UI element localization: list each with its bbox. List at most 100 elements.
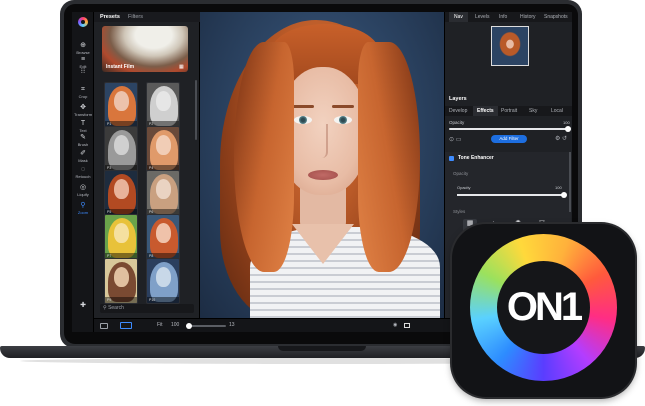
tool-crop-icon: ⌗ (81, 86, 85, 93)
tool-label: Text (79, 128, 87, 133)
compare-view-icon[interactable] (404, 323, 410, 328)
preset-thumbnail[interactable]: P10 (146, 258, 180, 304)
preset-thumbnail[interactable]: P3 (104, 126, 138, 172)
preset-thumbnail[interactable]: P1 (104, 82, 138, 128)
tool-liquify[interactable]: ◎ Liquify (74, 184, 92, 197)
tab-presets[interactable]: Presets (100, 13, 120, 21)
thumb-face (156, 267, 171, 287)
tab-snapshots[interactable]: Snapshots (544, 12, 568, 22)
fit-label[interactable]: Fit (157, 319, 163, 332)
tab-portrait[interactable]: Portrait (501, 106, 517, 116)
gear-icon[interactable]: ⚙ ↺ (555, 135, 567, 142)
tool-zoom-icon: ⚲ (80, 202, 86, 209)
tab-info[interactable]: Info (499, 12, 507, 22)
tool-transform-icon: ✥ (80, 104, 86, 111)
tool-brush[interactable]: ✎ Brush (74, 134, 92, 147)
portrait-nose (318, 124, 328, 158)
preset-thumbnail[interactable]: P6 (146, 170, 180, 216)
preset-caption: P10 (147, 297, 179, 303)
layer-tab-bar: Develop Effects Portrait Sky Local (445, 106, 572, 116)
layers-title: Layers (449, 96, 467, 102)
preset-thumbnail[interactable]: P2 (146, 82, 180, 128)
laptop-notch (278, 346, 366, 351)
tool-more-icon: ⁝⁝ (80, 68, 86, 75)
tool-text-icon: T (80, 120, 86, 127)
thumb-face (156, 223, 171, 243)
navigator-thumbnail[interactable] (491, 26, 529, 66)
tab-local[interactable]: Local (551, 106, 563, 116)
presets-scrollbar[interactable] (195, 80, 197, 140)
zoom-max-label: 13 (229, 322, 235, 328)
panel-toggle-icon[interactable] (100, 323, 108, 329)
preset-thumbnail[interactable]: P5 (104, 170, 138, 216)
filter-opacity-section: Opacity (453, 171, 469, 176)
portrait-brow-left (292, 105, 314, 108)
tool-retouch[interactable]: ◌ Retouch (74, 166, 92, 179)
zoom-slider[interactable] (186, 323, 226, 329)
portrait-brow-right (332, 105, 354, 108)
tab-nav[interactable]: Nav (449, 12, 468, 22)
tool-transform[interactable]: ✥ Transform (74, 104, 92, 117)
filter-toggle-icon[interactable] (449, 156, 454, 161)
filter-opacity-value: 100 (555, 185, 562, 190)
tool-zoom[interactable]: ⚲ Zoom (74, 202, 92, 215)
tool-retouch-icon: ◌ (80, 166, 86, 173)
layer-opacity-slider[interactable] (449, 126, 571, 132)
tab-history[interactable]: History (520, 12, 536, 22)
filter-title[interactable]: Tone Enhancer (458, 155, 494, 162)
tool-label: Mask (78, 158, 88, 163)
thumb-face (156, 179, 171, 199)
add-tool-icon[interactable]: ✚ (74, 302, 92, 310)
preview-eye-icon[interactable]: ◉ (393, 319, 397, 332)
thumb-face (114, 135, 129, 155)
layer-opacity-knob[interactable] (565, 126, 571, 132)
preset-thumbnail[interactable]: P9 (104, 258, 138, 304)
zoom-value[interactable]: 100 (171, 319, 179, 332)
tool-brush-icon: ✎ (80, 134, 86, 141)
styles-label: Styles (453, 209, 466, 214)
tool-browse[interactable]: ⊕ Browse (74, 42, 92, 55)
tab-effects[interactable]: Effects (473, 106, 498, 116)
app-logo-icon[interactable] (78, 17, 88, 27)
preset-thumbnail[interactable]: P7 (104, 214, 138, 260)
tool-crop[interactable]: ⌗ Crop (74, 86, 92, 99)
portrait-lips (308, 170, 338, 180)
layer-mask-icon[interactable]: ⊙ ▭ (449, 136, 461, 143)
tab-sky[interactable]: Sky (529, 106, 537, 116)
grid-view-icon[interactable]: ▦ (179, 64, 184, 70)
tool-bar: ⊕ Browse ≡ Edit ⁝⁝ ⌗ Crop ✥ Transform T Text ✎ Brush… (72, 12, 94, 332)
stage: ⊕ Browse ≡ Edit ⁝⁝ ⌗ Crop ✥ Transform T Text ✎ Brush… (0, 0, 645, 406)
thumb-face (114, 223, 129, 243)
tool-more[interactable]: ⁝⁝ (74, 68, 92, 76)
tab-develop[interactable]: Develop (449, 106, 467, 116)
thumb-face (114, 91, 129, 111)
presets-panel: Presets Filters Instant Film ▦ P1 P2 P3 P4 P… (94, 12, 200, 332)
thumb-face (114, 267, 129, 287)
tab-filters[interactable]: Filters (128, 13, 143, 21)
photo-canvas[interactable] (200, 12, 444, 318)
tool-text[interactable]: T Text (74, 120, 92, 133)
tool-label: Transform (74, 112, 93, 117)
preset-caption: P9 (105, 297, 137, 303)
filter-opacity-slider[interactable] (457, 192, 567, 198)
search-placeholder: Search (108, 305, 124, 311)
layer-opacity-value: 100 (563, 120, 570, 125)
zoom-slider-knob[interactable] (186, 323, 192, 329)
preset-thumbnail[interactable]: P8 (146, 214, 180, 260)
add-filter-button[interactable]: Add Filter (491, 135, 527, 143)
tool-edit-icon: ≡ (80, 56, 86, 63)
preset-search-input[interactable]: ⚲ Search (100, 304, 194, 313)
grid-view-button[interactable] (120, 322, 132, 329)
tool-liquify-icon: ◎ (79, 184, 87, 191)
right-panel-scrollbar[interactable] (569, 152, 571, 212)
tool-mask[interactable]: ✐ Mask (74, 150, 92, 163)
tab-levels[interactable]: Levels (475, 12, 489, 22)
tool-label: Browse (76, 50, 90, 55)
filter-opacity-knob[interactable] (561, 192, 567, 198)
portrait-eye-left (294, 116, 312, 124)
tool-browse-icon: ⊕ (80, 42, 86, 49)
layer-opacity-label: Opacity (449, 120, 465, 125)
tool-label: Crop (78, 94, 88, 99)
filter-opacity-label: Opacity (457, 185, 471, 190)
preset-thumbnail[interactable]: P4 (146, 126, 180, 172)
